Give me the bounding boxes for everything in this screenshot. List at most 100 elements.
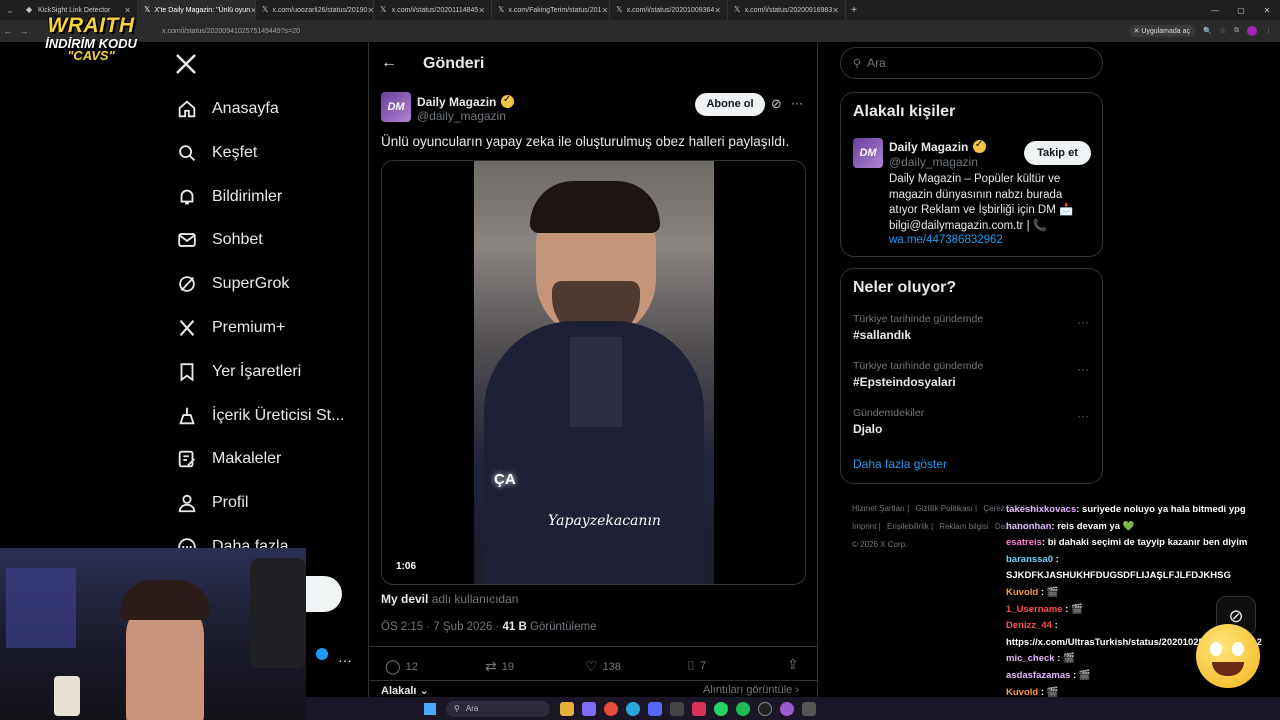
chat-username[interactable]: esatreis — [1006, 537, 1042, 548]
nav-item-profile[interactable]: Profil — [176, 488, 248, 518]
nav-item-articles[interactable]: Makaleler — [176, 444, 281, 474]
nav-label: Sohbet — [212, 231, 263, 249]
url-text[interactable]: x.com/i/status/2020094102575149449?s=20 — [162, 28, 300, 35]
repost-button[interactable]: ⇄ 19 — [485, 658, 514, 675]
account-more-icon[interactable]: ··· — [338, 652, 352, 668]
explore-icon — [176, 142, 198, 164]
related-handle[interactable]: @daily_magazin — [889, 155, 978, 169]
author-name[interactable]: Daily Magazin — [417, 95, 496, 109]
tab-close-icon[interactable]: ✕ — [601, 6, 608, 15]
chat-username[interactable]: asdasfazamas — [1006, 670, 1070, 681]
minimize-icon[interactable]: — — [1202, 6, 1228, 15]
follow-button[interactable]: Takip et — [1024, 141, 1091, 165]
nav-item-notifications[interactable]: Bildirimler — [176, 182, 282, 212]
sound-title[interactable]: My devil — [381, 592, 428, 606]
search-input[interactable]: Ara — [867, 56, 886, 70]
tab-close-icon[interactable]: ✕ — [478, 6, 485, 15]
chat-username[interactable]: Denizz_44 — [1006, 620, 1052, 631]
footer-privacy[interactable]: Gizlilik Politikası — [915, 504, 972, 513]
nav-item-messages[interactable]: Sohbet — [176, 225, 263, 255]
subscribe-button[interactable]: Abone ol — [695, 93, 765, 116]
related-avatar[interactable]: DM — [853, 138, 883, 168]
taskbar-search[interactable]: ⚲ Ara — [446, 700, 550, 717]
footer-accessibility[interactable]: Erişilebilirlik — [887, 522, 929, 531]
trend-more-icon[interactable]: ··· — [1077, 362, 1089, 376]
search-box[interactable]: ⚲ Ara — [840, 47, 1103, 79]
browser-tab[interactable]: 𝕏x.com/uoozarli26/status/20190 ✕ — [256, 0, 374, 20]
taskbar-discord-icon[interactable] — [648, 701, 662, 716]
chat-username[interactable]: takeshixkovacs — [1006, 504, 1076, 515]
x-logo-icon[interactable] — [174, 52, 200, 78]
nav-item-creator[interactable]: İçerik Üreticisi St... — [176, 401, 344, 431]
browser-tab[interactable]: 𝕏x.com/i/status/20200916983 ✕ — [728, 0, 846, 20]
author-avatar[interactable]: DM — [381, 92, 411, 122]
tab-search-icon[interactable]: ⌄ — [0, 5, 20, 16]
post-more-icon[interactable]: ··· — [791, 96, 803, 110]
nav-item-grok[interactable]: SuperGrok — [176, 269, 289, 299]
reply-button[interactable]: ◯ 12 — [385, 658, 418, 675]
chat-username[interactable]: 1_Username — [1006, 604, 1063, 615]
tab-close-icon[interactable]: ✕ — [367, 6, 373, 15]
menu-icon[interactable]: ⋮ — [1265, 27, 1272, 35]
tab-close-icon[interactable]: ✕ — [714, 6, 721, 15]
taskbar-whatsapp-icon[interactable] — [714, 701, 728, 716]
nav-item-bookmarks[interactable]: Yer İşaretleri — [176, 357, 301, 387]
back-arrow-icon[interactable]: ← — [381, 54, 397, 72]
show-more-link[interactable]: Daha fazla göster — [853, 457, 947, 471]
grok-icon[interactable]: ⊘ — [771, 96, 782, 112]
bookmark-star-icon[interactable]: ☆ — [1220, 27, 1226, 35]
share-icon[interactable]: ⇪ — [787, 656, 799, 673]
trend-more-icon[interactable]: ··· — [1077, 315, 1089, 329]
author-handle[interactable]: @daily_magazin — [417, 109, 506, 123]
footer-copyright: © 2026 X Corp. — [852, 540, 908, 549]
browser-tab[interactable]: 𝕏X'te Daily Magazin: "Ünlü oyun✕ — [138, 0, 256, 20]
extensions-icon[interactable]: ⧉ — [1234, 27, 1239, 35]
view-quotes-link[interactable]: Alıntıları görüntüle › — [703, 684, 799, 696]
trend-name[interactable]: #sallandık — [853, 328, 911, 342]
taskbar-files-icon[interactable] — [560, 701, 574, 716]
footer-imprint[interactable]: Imprint — [852, 522, 876, 531]
related-sort[interactable]: Alakalı ⌄ — [381, 684, 429, 697]
browser-tab[interactable]: 𝕏x.com/i/status/20201009364 ✕ — [610, 0, 728, 20]
related-link[interactable]: wa.me/447386832962 — [889, 234, 1003, 246]
related-name[interactable]: Daily Magazin — [889, 140, 968, 154]
zoom-icon[interactable]: 🔍 — [1203, 27, 1212, 35]
new-tab-button[interactable]: + — [846, 5, 862, 16]
taskbar-pinned-icon[interactable] — [692, 701, 706, 716]
open-app-button[interactable]: ✕ Uygulamada aç — [1128, 25, 1195, 37]
taskbar-obs-icon[interactable] — [758, 701, 772, 716]
chat-username[interactable]: baranssa0 — [1006, 554, 1053, 565]
bookmark-button[interactable]: ⌷ 7 — [687, 658, 706, 674]
trend-name[interactable]: Djalo — [853, 422, 882, 436]
taskbar-spotify-icon[interactable] — [736, 701, 750, 716]
taskbar-chrome-icon[interactable] — [604, 701, 618, 716]
chat-username[interactable]: Kuvold — [1006, 687, 1038, 698]
chat-username[interactable]: hanonhan — [1006, 521, 1051, 532]
taskbar-edge-icon[interactable] — [626, 701, 640, 716]
nav-item-explore[interactable]: Keşfet — [176, 138, 257, 168]
taskbar-tool-icon[interactable] — [802, 701, 816, 716]
footer-terms[interactable]: Hizmet Şartları — [852, 504, 905, 513]
nav-item-premium[interactable]: Premium+ — [176, 313, 285, 343]
trend-more-icon[interactable]: ··· — [1077, 409, 1089, 423]
start-icon[interactable] — [424, 702, 436, 715]
tab-close-icon[interactable]: ✕ — [832, 6, 839, 15]
forward-icon[interactable]: → — [16, 26, 32, 36]
footer-ads[interactable]: Reklam bilgisi — [939, 522, 988, 531]
trend-name[interactable]: #Epsteindosyalari — [853, 375, 956, 389]
chat-username[interactable]: mic_check — [1006, 653, 1055, 664]
taskbar-browser-icon[interactable] — [780, 701, 794, 716]
profile-avatar[interactable] — [1247, 26, 1257, 36]
browser-tab[interactable]: 𝕏x.com/i/status/20201114845 ✕ — [374, 0, 492, 20]
video-player[interactable]: ÇA Yapayzekacanın 1:06 — [381, 160, 806, 585]
browser-tab[interactable]: 𝕏x.com/FakingTerim/status/201 ✕ — [492, 0, 610, 20]
taskbar-copilot-icon[interactable] — [582, 701, 596, 716]
chat-username[interactable]: Kuvold — [1006, 587, 1038, 598]
nav-item-home[interactable]: Anasayfa — [176, 94, 279, 124]
like-button[interactable]: ♡ 138 — [585, 658, 621, 675]
back-icon[interactable]: ← — [0, 26, 16, 36]
post-time[interactable]: ÖS 2:15 · 7 Şub 2026 · — [381, 621, 499, 633]
close-window-icon[interactable]: ✕ — [1254, 6, 1280, 15]
taskbar-app-icon[interactable] — [670, 701, 684, 716]
restore-icon[interactable]: ▢ — [1228, 6, 1254, 15]
